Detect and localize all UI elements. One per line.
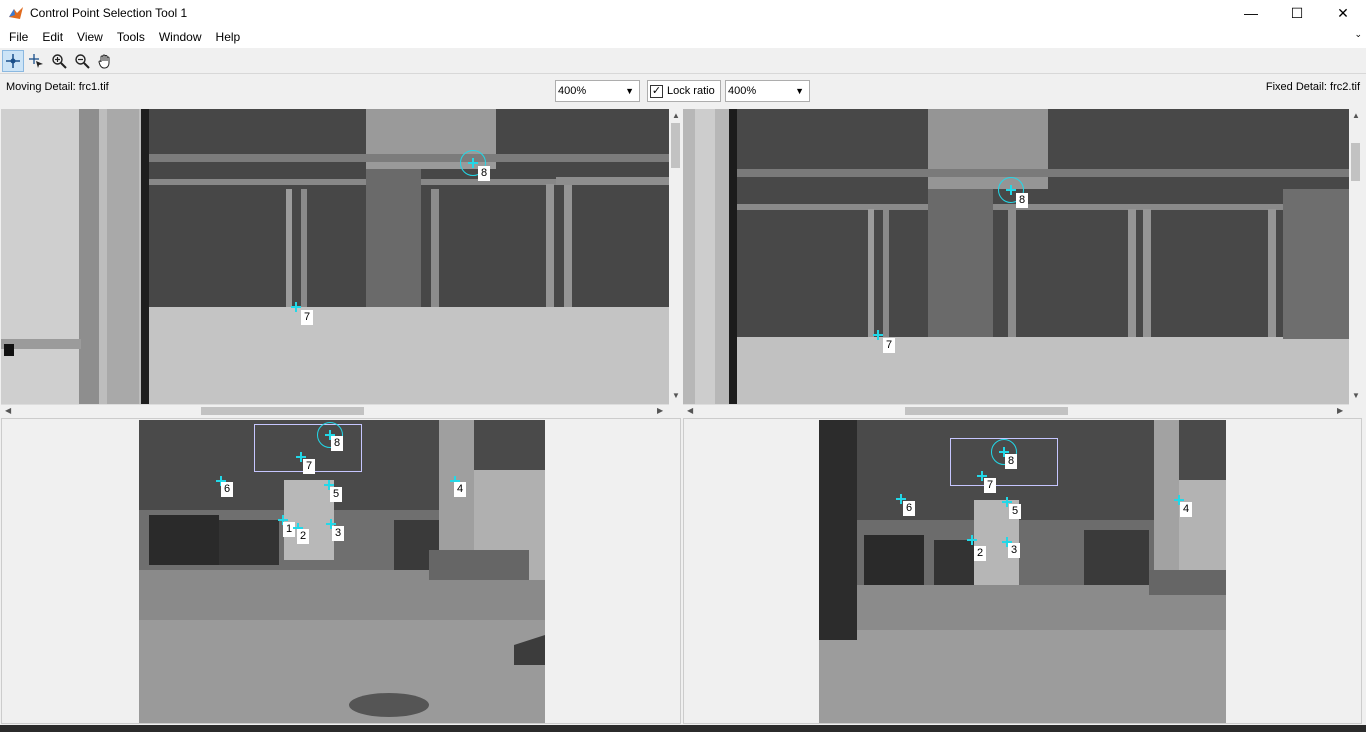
menu-bar: File Edit View Tools Window Help ⌄ [0, 26, 1366, 48]
toolbar [0, 48, 1366, 74]
select-point-icon [29, 53, 43, 68]
scroll-thumb[interactable] [671, 123, 680, 168]
fixed-detail-image[interactable]: 8 7 [683, 109, 1349, 404]
fixed-detail-photo [683, 109, 1349, 404]
moving-vertical-scrollbar[interactable]: ▲ ▼ [669, 109, 682, 404]
scroll-up-icon[interactable]: ▲ [1352, 111, 1360, 120]
control-point-label: 2 [297, 529, 310, 544]
control-point-8[interactable] [468, 158, 478, 168]
control-point-label: 4 [1180, 502, 1193, 517]
add-point-button[interactable] [2, 49, 24, 72]
moving-zoom-select[interactable]: 400% ▼ [555, 80, 640, 102]
lock-ratio-checkbox[interactable]: ✓ Lock ratio [647, 80, 721, 102]
pan-hand-icon [98, 54, 110, 68]
moving-detail-label: Moving Detail: frc1.tif [6, 81, 109, 93]
add-point-icon [6, 53, 20, 68]
control-point-label: 3 [332, 526, 345, 541]
control-point-8[interactable] [1006, 185, 1016, 195]
scroll-right-icon[interactable]: ▶ [1337, 406, 1343, 415]
moving-detail-photo [1, 109, 669, 404]
fixed-zoom-select[interactable]: 400% ▼ [725, 80, 810, 102]
control-point-label: 6 [903, 501, 916, 516]
menu-overflow-icon[interactable]: ⌄ [1354, 29, 1362, 40]
matlab-logo-icon [9, 7, 23, 19]
scroll-thumb[interactable] [905, 407, 1068, 415]
lock-ratio-label: Lock ratio [667, 85, 715, 97]
control-point-7[interactable] [291, 302, 301, 312]
control-point-label: 8 [331, 436, 344, 451]
control-point-label: 7 [301, 310, 314, 325]
zoom-out-icon [75, 53, 90, 69]
fixed-vertical-scrollbar[interactable]: ▲ ▼ [1349, 109, 1362, 404]
control-point-label: 4 [454, 482, 467, 497]
checkmark-icon: ✓ [650, 84, 663, 98]
zoom-in-button[interactable] [48, 50, 70, 72]
scroll-thumb[interactable] [1351, 143, 1360, 181]
minimize-button[interactable]: — [1228, 0, 1274, 26]
scroll-right-icon[interactable]: ▶ [657, 406, 663, 415]
pan-button[interactable] [94, 50, 116, 72]
zoom-in-icon [52, 53, 67, 69]
control-point-7[interactable] [873, 330, 883, 340]
menu-tools[interactable]: Tools [110, 27, 152, 47]
control-point-label: 5 [330, 487, 343, 502]
control-point-label: 3 [1008, 543, 1021, 558]
detail-header: Moving Detail: frc1.tif 400% ▼ ✓ Lock ra… [0, 76, 1366, 108]
scroll-down-icon[interactable]: ▼ [672, 391, 680, 400]
control-point-label: 6 [221, 482, 234, 497]
menu-help[interactable]: Help [209, 27, 248, 47]
control-point-label: 8 [478, 166, 491, 181]
select-point-button[interactable] [25, 50, 47, 72]
menu-view[interactable]: View [70, 27, 110, 47]
scroll-thumb[interactable] [201, 407, 364, 415]
fixed-zoom-value: 400% [728, 85, 757, 97]
taskbar-edge [0, 725, 1366, 732]
zoom-out-button[interactable] [71, 50, 93, 72]
scroll-left-icon[interactable]: ◀ [687, 406, 693, 415]
scroll-up-icon[interactable]: ▲ [672, 111, 680, 120]
control-point-label: 7 [984, 478, 997, 493]
title-bar: Control Point Selection Tool 1 — ☐ ✕ [0, 0, 1366, 26]
control-point-label: 8 [1005, 454, 1018, 469]
menu-edit[interactable]: Edit [35, 27, 70, 47]
control-point-label: 7 [303, 459, 316, 474]
control-point-label: 7 [883, 338, 896, 353]
moving-horizontal-scrollbar[interactable]: ◀ ▶ [1, 404, 669, 416]
fixed-overview-image[interactable]: 8 7 6 5 4 2 3 [819, 420, 1226, 723]
maximize-button[interactable]: ☐ [1274, 0, 1320, 26]
control-point-label: 8 [1016, 193, 1029, 208]
control-point-label: 2 [974, 546, 987, 561]
moving-zoom-value: 400% [558, 85, 587, 97]
menu-file[interactable]: File [2, 27, 35, 47]
moving-overview-image[interactable]: 8 7 6 5 4 1 2 3 [139, 420, 545, 723]
scroll-left-icon[interactable]: ◀ [5, 406, 11, 415]
scroll-down-icon[interactable]: ▼ [1352, 391, 1360, 400]
menu-window[interactable]: Window [152, 27, 209, 47]
control-point-2[interactable] [967, 535, 977, 545]
window-title: Control Point Selection Tool 1 [30, 6, 188, 20]
control-point-label: 5 [1009, 504, 1022, 519]
fixed-horizontal-scrollbar[interactable]: ◀ ▶ [683, 404, 1349, 416]
fixed-detail-label: Fixed Detail: frc2.tif [1265, 81, 1360, 93]
moving-detail-image[interactable]: 8 7 [1, 109, 669, 404]
close-button[interactable]: ✕ [1320, 0, 1366, 26]
chevron-down-icon: ▼ [795, 86, 804, 96]
chevron-down-icon: ▼ [625, 86, 634, 96]
